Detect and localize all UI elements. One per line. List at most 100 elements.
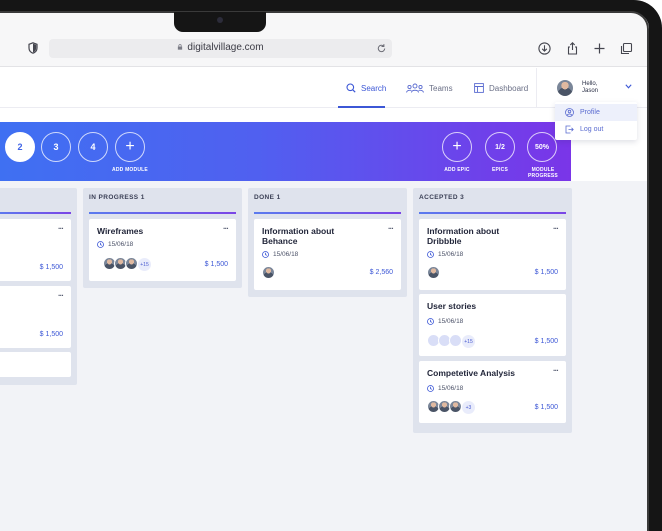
tabs-icon[interactable] <box>620 42 633 55</box>
clock-icon <box>427 251 434 258</box>
column-title: ACCEPTED 3 <box>419 194 465 201</box>
card-date: 15/06/18 <box>427 251 463 258</box>
nav-dashboard-label: Dashboard <box>489 83 529 93</box>
header-divider <box>536 68 537 108</box>
greeting-text: Hello, <box>582 81 598 87</box>
task-card[interactable]: Information about Dribbble ··· 15/06/18 … <box>419 219 566 290</box>
task-card[interactable]: ··· $ 1,500 <box>0 219 71 281</box>
more-assignees-badge[interactable]: +15 <box>462 335 475 348</box>
add-module-label: ADD MODULE <box>112 167 148 173</box>
card-menu-icon[interactable]: ··· <box>58 291 64 300</box>
card-title: Competetive Analysis <box>427 368 516 378</box>
card-date: 15/06/18 <box>427 318 463 325</box>
nav-dashboard[interactable]: Dashboard <box>474 83 528 93</box>
chevron-down-icon[interactable] <box>625 84 632 89</box>
add-epic-button[interactable]: + <box>442 132 472 162</box>
camera-icon <box>217 17 223 23</box>
dropdown-item-logout[interactable]: Log out <box>555 121 637 138</box>
assignee-placeholder-avatar[interactable] <box>449 334 462 347</box>
dropdown-profile-label: Profile <box>580 109 600 116</box>
dropdown-logout-label: Log out <box>580 126 604 133</box>
epics-label: EPICS <box>491 167 508 173</box>
teams-icon <box>406 83 424 93</box>
column-header: DONE 1 <box>254 194 401 214</box>
card-price: $ 1,500 <box>534 338 558 345</box>
task-card[interactable]: Competetive Analysis ··· 15/06/18 +3 $ 1… <box>419 361 566 423</box>
new-tab-icon[interactable] <box>593 42 606 55</box>
task-card[interactable]: Wireframes ··· 15/06/18 +15 $ 1,500 <box>89 219 236 281</box>
task-card[interactable] <box>0 352 71 377</box>
module-circle-3[interactable]: 3 <box>41 132 71 162</box>
shield-icon[interactable] <box>28 42 38 54</box>
assignee-avatar[interactable] <box>449 400 462 413</box>
card-price: $ 1,500 <box>534 269 558 276</box>
card-date: 15/06/18 <box>97 241 133 248</box>
user-greeting[interactable]: Hello, Jason <box>582 81 598 95</box>
assignee-avatar[interactable] <box>262 266 275 279</box>
nav-search[interactable]: Search <box>346 83 386 93</box>
clock-icon <box>262 251 269 258</box>
card-title: User stories <box>427 301 477 311</box>
module-progress-label: MODULE PROGRESS <box>528 167 558 179</box>
card-date: 15/06/18 <box>262 251 298 258</box>
lock-icon <box>178 44 183 51</box>
clock-icon <box>427 385 434 392</box>
user-avatar[interactable] <box>557 80 573 96</box>
module-progress-indicator: 50% <box>527 132 557 162</box>
task-card[interactable]: Information about Behance ··· 15/06/18 $… <box>254 219 401 290</box>
module-circle-2[interactable]: 2 <box>5 132 35 162</box>
assignee-avatar[interactable] <box>427 266 440 279</box>
reload-icon[interactable] <box>376 43 387 54</box>
more-assignees-badge[interactable]: +3 <box>462 401 475 414</box>
share-icon[interactable] <box>566 42 579 55</box>
download-icon[interactable] <box>538 42 551 55</box>
column-in-progress: IN PROGRESS 1 Wireframes ··· 15/06/18 +1… <box>83 188 242 288</box>
app-header <box>0 68 649 108</box>
card-price: $ 2,560 <box>369 269 393 276</box>
card-title: Wireframes <box>97 226 144 236</box>
user-name: Jason <box>582 88 599 94</box>
card-date: 15/06/18 <box>427 385 463 392</box>
more-assignees-badge[interactable]: +15 <box>138 258 151 271</box>
card-title: Information about Behance <box>262 226 335 246</box>
url-text: digitalvillage.com <box>187 42 264 53</box>
nav-teams[interactable]: Teams <box>406 83 453 93</box>
dashboard-icon <box>474 83 484 93</box>
user-dropdown: Profile Log out <box>555 102 637 140</box>
card-price: $ 1,500 <box>534 404 558 411</box>
kanban-board: ··· $ 1,500 ··· $ 1,500 IN PROGRESS 1 Wi… <box>0 181 649 531</box>
clock-icon <box>427 318 434 325</box>
profile-icon <box>565 108 574 117</box>
column-header <box>0 194 71 214</box>
add-epic-label: ADD EPIC <box>444 167 470 173</box>
column-done: DONE 1 Information about Behance ··· 15/… <box>248 188 407 297</box>
column-title: DONE 1 <box>254 194 281 201</box>
module-banner: 2 3 4 + ADD MODULE + ADD EPIC 1/2 EPICS … <box>0 122 571 181</box>
card-menu-icon[interactable]: ··· <box>223 224 229 233</box>
card-menu-icon[interactable]: ··· <box>58 224 64 233</box>
address-bar[interactable]: digitalvillage.com <box>49 39 392 58</box>
browser-toolbar: digitalvillage.com <box>0 13 649 67</box>
task-card[interactable]: ··· $ 1,500 <box>0 286 71 348</box>
card-menu-icon[interactable]: ··· <box>388 224 394 233</box>
add-module-button[interactable]: + <box>115 132 145 162</box>
active-tab-indicator <box>338 106 385 108</box>
logout-icon <box>565 125 574 134</box>
module-circle-4[interactable]: 4 <box>78 132 108 162</box>
screen: digitalvillage.com Search Teams Dashboar… <box>0 0 662 531</box>
card-menu-icon[interactable]: ··· <box>553 224 559 233</box>
epics-counter: 1/2 <box>485 132 515 162</box>
dropdown-item-profile[interactable]: Profile <box>555 104 637 121</box>
card-title: Information about Dribbble <box>427 226 500 246</box>
column-header: IN PROGRESS 1 <box>89 194 236 214</box>
card-price: $ 1,500 <box>39 331 63 338</box>
nav-teams-label: Teams <box>429 83 453 93</box>
card-menu-icon[interactable]: ··· <box>553 366 559 375</box>
camera-notch <box>174 12 266 32</box>
clock-icon <box>97 241 104 248</box>
card-price: $ 1,500 <box>39 264 63 271</box>
task-card[interactable]: User stories 15/06/18 +15 $ 1,500 <box>419 294 566 356</box>
search-icon <box>346 83 356 93</box>
card-price: $ 1,500 <box>204 261 228 268</box>
assignee-avatar[interactable] <box>125 257 138 270</box>
